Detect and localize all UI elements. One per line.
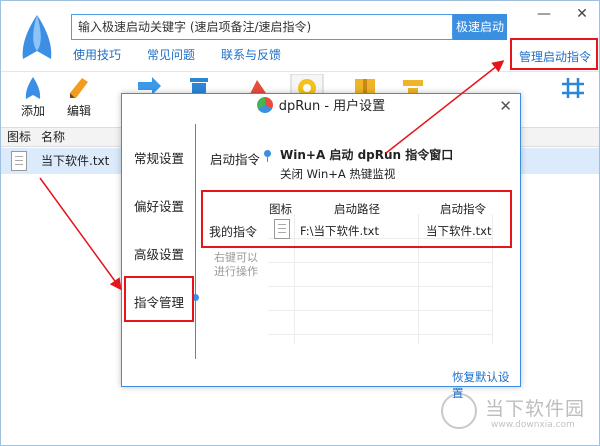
highlight-command-table — [201, 190, 512, 248]
nav-preferences[interactable]: 偏好设置 — [134, 196, 184, 215]
grid-button[interactable] — [553, 76, 593, 102]
grid-line — [268, 286, 492, 287]
nav-divider — [195, 124, 196, 359]
dialog-title: dpRun - 用户设置 — [278, 99, 386, 114]
top-links: 使用技巧 常见问题 联系与反馈 — [73, 46, 281, 63]
close-icon[interactable]: ✕ — [567, 1, 597, 27]
grid-line — [268, 262, 492, 263]
nav-advanced[interactable]: 高级设置 — [134, 244, 184, 263]
disable-hotkey-option[interactable]: 关闭 Win+A 热键监视 — [280, 166, 395, 182]
add-label: 添加 — [20, 104, 45, 118]
grid-line — [268, 310, 492, 311]
list-item-name: 当下软件.txt — [41, 154, 110, 168]
tips-link[interactable]: 使用技巧 — [73, 46, 121, 63]
minimize-icon[interactable]: — — [529, 1, 559, 27]
grid-icon — [562, 78, 584, 98]
text-file-icon — [11, 151, 27, 171]
name-column-header: 名称 — [41, 130, 66, 144]
add-button[interactable]: 添加 — [13, 76, 53, 119]
quick-launch-button[interactable]: 极速启动 — [453, 14, 507, 40]
nav-general[interactable]: 常规设置 — [134, 148, 184, 167]
app-logo-icon — [22, 15, 52, 59]
highlight-manage-link — [510, 38, 598, 70]
launch-command-label: 启动指令 — [210, 152, 261, 167]
edit-label: 编辑 — [66, 104, 91, 118]
add-app-icon — [25, 77, 41, 99]
dprun-logo-icon — [256, 97, 273, 113]
right-click-hint: 进行操作 — [214, 265, 258, 278]
watermark-url: www.downxia.com — [491, 420, 575, 430]
dialog-close-icon[interactable]: ✕ — [499, 97, 512, 115]
highlight-nav-item — [124, 276, 194, 322]
faq-link[interactable]: 常见问题 — [147, 46, 195, 63]
feedback-link[interactable]: 联系与反馈 — [221, 46, 281, 63]
pencil-icon — [70, 78, 88, 98]
content-divider — [267, 156, 268, 162]
launch-hotkey-text: Win+A 启动 dpRun 指令窗口 — [280, 148, 454, 162]
edit-button[interactable]: 编辑 — [59, 76, 99, 119]
search-input[interactable]: 输入极速启动关键字 (速启项备注/速启指令) — [71, 14, 453, 40]
grid-line — [268, 334, 492, 335]
icon-column-header: 图标 — [7, 130, 32, 144]
dialog-title-bar: dpRun - 用户设置 — [122, 94, 520, 120]
settings-nav: 常规设置 偏好设置 高级设置 指令管理 — [122, 120, 194, 386]
restore-defaults-link[interactable]: 恢复默认设置 — [452, 369, 520, 401]
